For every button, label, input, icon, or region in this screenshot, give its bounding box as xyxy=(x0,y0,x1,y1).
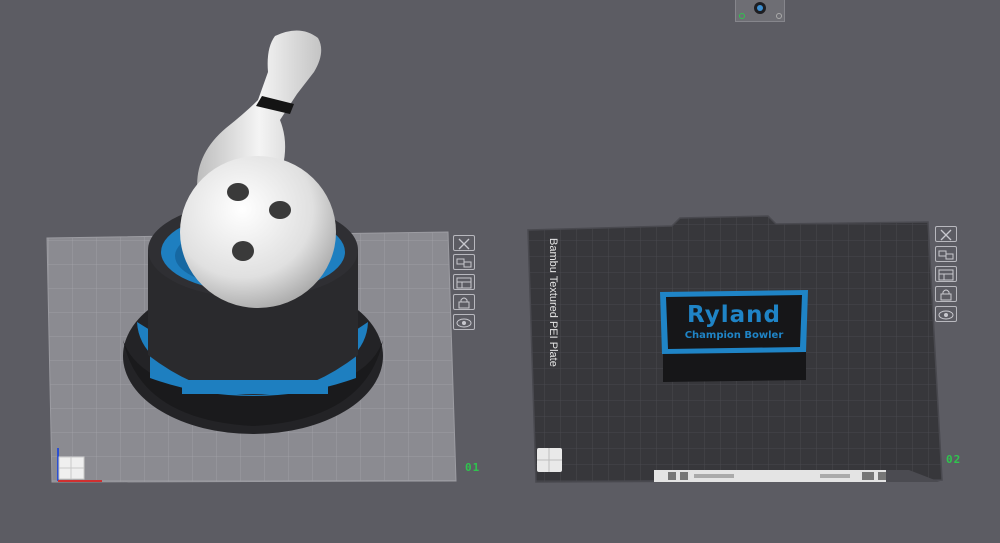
3d-viewport[interactable]: Ryland Champion Bowler Bambu Textured PE… xyxy=(0,0,1000,543)
arrange-plate-icon[interactable] xyxy=(453,254,475,270)
plate-number-01[interactable]: 01 xyxy=(465,461,480,474)
lock-plate-icon[interactable] xyxy=(935,286,957,302)
nameplate-subtitle: Champion Bowler xyxy=(684,330,784,341)
view-plate-icon[interactable] xyxy=(935,306,957,322)
delete-plate-icon[interactable] xyxy=(453,235,475,251)
trophy-model[interactable] xyxy=(123,30,383,434)
plate-type-label: Bambu Textured PEI Plate xyxy=(547,238,559,367)
view-orientation-widget[interactable] xyxy=(735,0,785,22)
delete-plate-icon[interactable] xyxy=(935,226,957,242)
plate-number-02[interactable]: 02 xyxy=(946,453,961,466)
view-plate-icon[interactable] xyxy=(453,314,475,330)
plate-settings-icon[interactable] xyxy=(935,266,957,282)
arrange-plate-icon[interactable] xyxy=(935,246,957,262)
nameplate-title: Ryland xyxy=(687,302,781,328)
lock-plate-icon[interactable] xyxy=(453,294,475,310)
plate-settings-icon[interactable] xyxy=(453,274,475,290)
